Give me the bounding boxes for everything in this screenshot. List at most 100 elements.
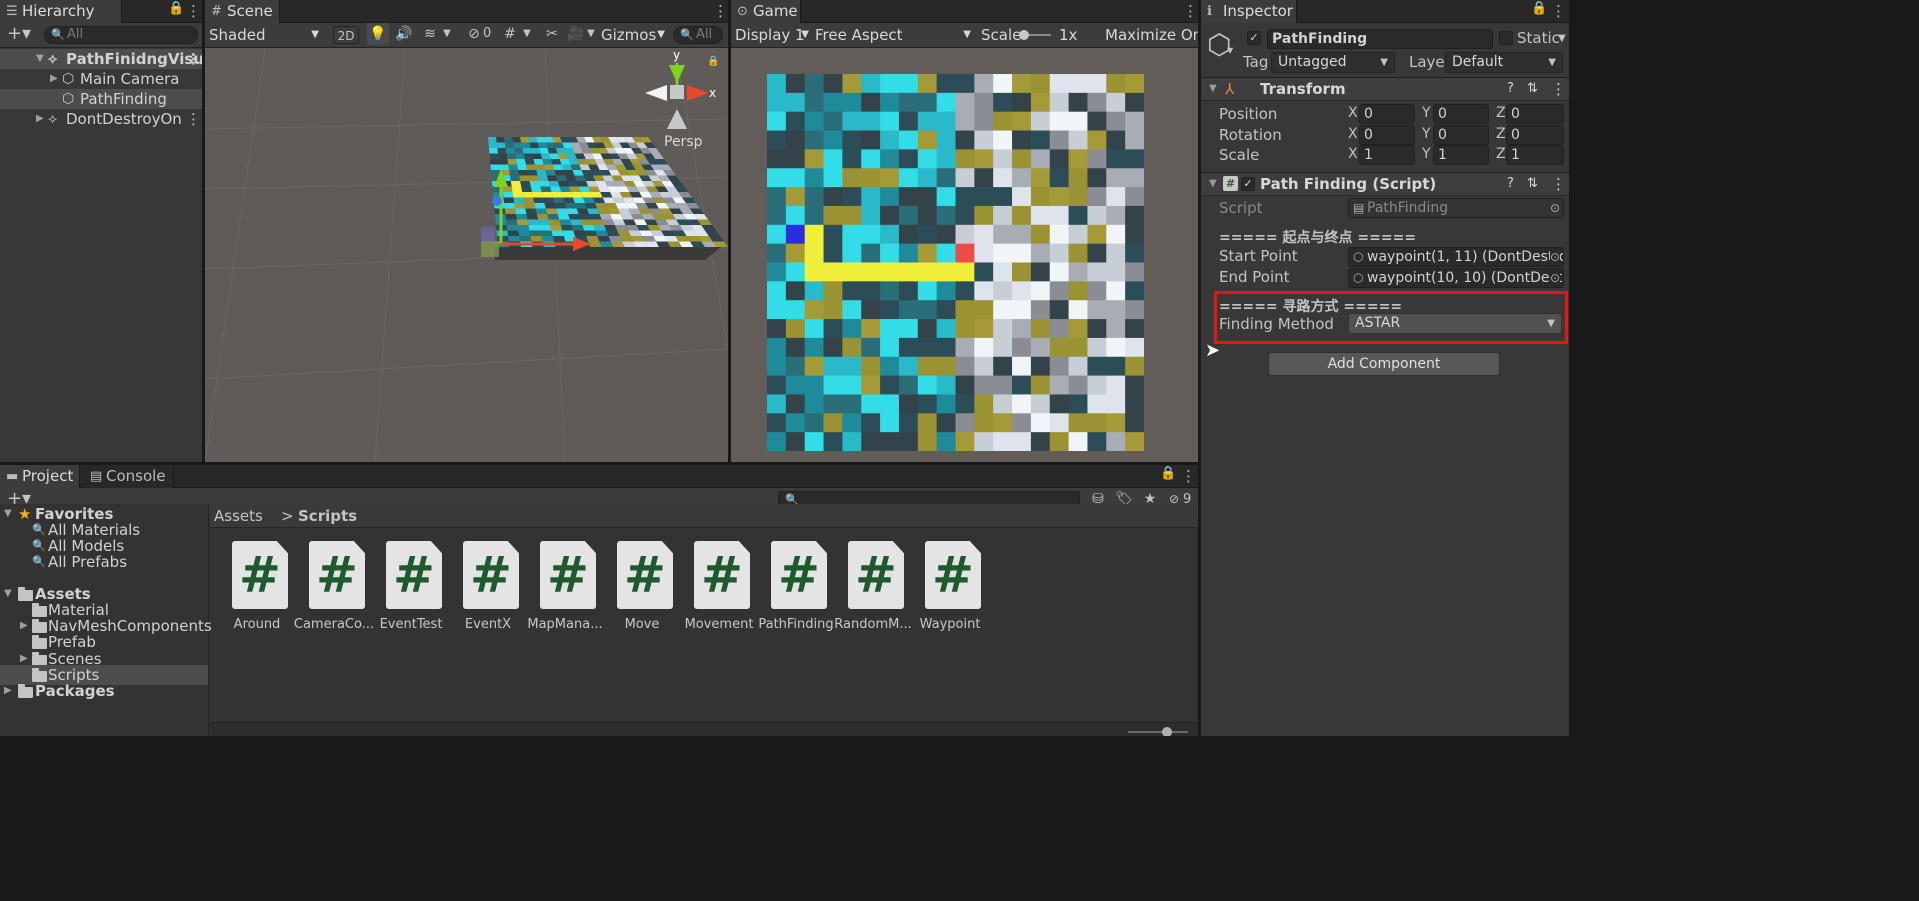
object-picker-icon[interactable]: ⊙ (1549, 248, 1560, 266)
end-point-field[interactable]: ⬡ waypoint(10, 10) (DontDestroyC ⊙ (1348, 268, 1564, 288)
z-axis-label[interactable]: Z (1496, 146, 1506, 162)
x-axis-label[interactable]: X (1348, 105, 1358, 121)
lock-icon[interactable]: 🔒 (1160, 466, 1176, 481)
camera-icon[interactable]: 🎥 (565, 23, 587, 45)
foldout-arrow-icon[interactable]: ▼ (1209, 78, 1217, 100)
tab-game[interactable]: ⊙ Game (731, 0, 801, 23)
favorite-item-all-prefabs[interactable]: 🔍 All Prefabs (0, 552, 208, 572)
component-menu-icon[interactable]: ⋮ (1551, 78, 1566, 100)
help-icon[interactable]: ? (1507, 173, 1514, 195)
object-name-input[interactable]: PathFinding (1267, 29, 1493, 49)
x-axis-label[interactable]: X (1348, 146, 1358, 162)
dontdestroy-kebab-icon[interactable]: ⋮ (186, 109, 201, 129)
tab-scene[interactable]: # Scene (205, 0, 280, 23)
chevron-down-icon[interactable]: ▼ (521, 23, 533, 45)
move-gizmo-plane-handle[interactable] (481, 241, 499, 257)
lock-icon[interactable]: 🔒 (707, 55, 719, 67)
chevron-down-icon[interactable]: ▼ (441, 23, 453, 45)
lock-icon[interactable]: 🔒 (168, 1, 184, 16)
expand-arrow-icon[interactable]: ▶ (4, 681, 12, 701)
toggle-2d-button[interactable]: 2D (333, 26, 359, 44)
hierarchy-item-pathfinding[interactable]: ⬡ PathFinding (0, 89, 202, 109)
chevron-down-icon[interactable]: ▼ (1227, 46, 1233, 55)
hierarchy-item-main-camera[interactable]: ▶ ⬡ Main Camera (0, 69, 202, 89)
tab-console[interactable]: ▤ Console (84, 465, 174, 488)
kebab-menu-icon[interactable]: ⋮ (1551, 2, 1566, 20)
pathfinding-script-header[interactable]: ▼ # ✓ Path Finding (Script) ? ⇅ ⋮ (1201, 172, 1569, 196)
scale-x-field[interactable]: 1 (1359, 145, 1415, 165)
rotation-y-field[interactable]: 0 (1433, 125, 1489, 145)
add-component-button[interactable]: Add Component (1268, 352, 1500, 376)
transform-header[interactable]: ▼ ⅄ Transform ? ⇅ ⋮ (1201, 77, 1569, 101)
visibility-icon[interactable]: ⊘ (463, 23, 485, 45)
tools-icon[interactable]: ✂ (541, 23, 563, 45)
scene-search-input[interactable]: 🔍 All (673, 26, 723, 44)
z-axis-label[interactable]: Z (1496, 126, 1506, 142)
object-picker-icon[interactable]: ⊙ (1549, 269, 1560, 287)
effects-icon[interactable]: ≋ (419, 23, 441, 45)
expand-arrow-icon[interactable]: ▼ (36, 49, 44, 69)
tab-hierarchy[interactable]: ☰ Hierarchy (0, 0, 122, 23)
z-axis-label[interactable]: Z (1496, 105, 1506, 121)
position-y-field[interactable]: 0 (1433, 104, 1489, 124)
aspect-dropdown[interactable]: Free Aspect ▼ (815, 23, 971, 47)
move-gizmo-z-handle[interactable] (492, 196, 502, 206)
breadcrumb-assets[interactable]: Assets (214, 504, 263, 528)
shading-mode-dropdown[interactable]: Shaded ▼ (205, 23, 325, 47)
help-icon[interactable]: ? (1507, 78, 1514, 100)
breadcrumb-scripts[interactable]: Scripts (298, 504, 357, 528)
scale-y-field[interactable]: 1 (1433, 145, 1489, 165)
icon-size-slider[interactable] (1128, 727, 1188, 736)
kebab-menu-icon[interactable]: ⋮ (1181, 467, 1196, 485)
chevron-down-icon[interactable]: ▼ (1558, 33, 1566, 44)
static-checkbox[interactable] (1499, 31, 1513, 45)
active-checkbox[interactable]: ✓ (1247, 31, 1261, 45)
add-icon[interactable]: +▾ (4, 23, 34, 45)
x-axis-label[interactable]: X (1348, 126, 1358, 142)
icon-size-slider-thumb[interactable] (1162, 727, 1172, 736)
game-viewport[interactable] (767, 74, 1144, 451)
tab-inspector[interactable]: ℹ Inspector (1201, 0, 1297, 23)
component-menu-icon[interactable]: ⋮ (1551, 173, 1566, 195)
start-point-field[interactable]: ⬡ waypoint(1, 11) (DontDestroyOn ⊙ (1348, 247, 1564, 267)
dontdestroy-root-row[interactable]: ▶ ⟡ DontDestroyOnLoad ⋮ (0, 109, 202, 129)
gizmos-dropdown[interactable]: Gizmos ▼ (601, 23, 665, 47)
display-dropdown[interactable]: Display 1 ▼ (731, 23, 809, 47)
move-gizmo-plane-handle-2[interactable] (481, 227, 495, 241)
packages-row[interactable]: ▶ Packages (0, 681, 208, 701)
rotation-z-field[interactable]: 0 (1506, 125, 1564, 145)
persp-label[interactable]: Persp (664, 134, 703, 150)
rotation-x-field[interactable]: 0 (1359, 125, 1415, 145)
tab-project[interactable]: ▬ Project (0, 465, 80, 488)
finding-method-dropdown[interactable]: ASTAR ▼ (1348, 313, 1562, 334)
grid-snap-icon[interactable]: # (499, 23, 521, 45)
preset-icon[interactable]: ⇅ (1527, 173, 1538, 195)
scene-root-row[interactable]: ▼ ⟡ PathFinidngVisual* ⋮ (0, 49, 202, 69)
expand-arrow-icon[interactable]: ▶ (50, 69, 58, 89)
hierarchy-search-input[interactable]: 🔍 All (44, 26, 198, 44)
kebab-menu-icon[interactable]: ⋮ (1183, 2, 1198, 20)
lock-icon[interactable]: 🔒 (1531, 1, 1547, 16)
tag-dropdown[interactable]: Untagged ▼ (1271, 52, 1395, 73)
y-axis-label[interactable]: Y (1422, 105, 1431, 121)
component-enabled-checkbox[interactable]: ✓ (1241, 177, 1255, 191)
scene-kebab-icon[interactable]: ⋮ (186, 49, 201, 69)
scale-slider-thumb[interactable] (1019, 30, 1029, 40)
audio-icon[interactable]: 🔊 (393, 23, 415, 45)
preset-icon[interactable]: ⇅ (1527, 78, 1538, 100)
scale-slider[interactable] (1019, 30, 1051, 40)
kebab-menu-icon[interactable]: ⋮ (186, 2, 201, 20)
kebab-menu-icon[interactable]: ⋮ (713, 2, 728, 20)
position-x-field[interactable]: 0 (1359, 104, 1415, 124)
layer-dropdown[interactable]: Default ▼ (1445, 52, 1563, 73)
y-axis-label[interactable]: Y (1422, 146, 1431, 162)
orientation-gizmo[interactable]: y x (645, 49, 716, 129)
lighting-icon[interactable]: 💡 (367, 23, 389, 45)
chevron-down-icon[interactable]: ▼ (585, 23, 597, 45)
foldout-arrow-icon[interactable]: ▼ (1209, 173, 1217, 195)
y-axis-label[interactable]: Y (1422, 126, 1431, 142)
maximize-on-play-toggle[interactable]: Maximize On Pla (1105, 23, 1198, 47)
script-asset-tile[interactable]: # Waypoint (905, 541, 995, 632)
expand-arrow-icon[interactable]: ▶ (36, 109, 44, 129)
scene-viewport[interactable]: y x 🔒 Persp (205, 49, 728, 462)
